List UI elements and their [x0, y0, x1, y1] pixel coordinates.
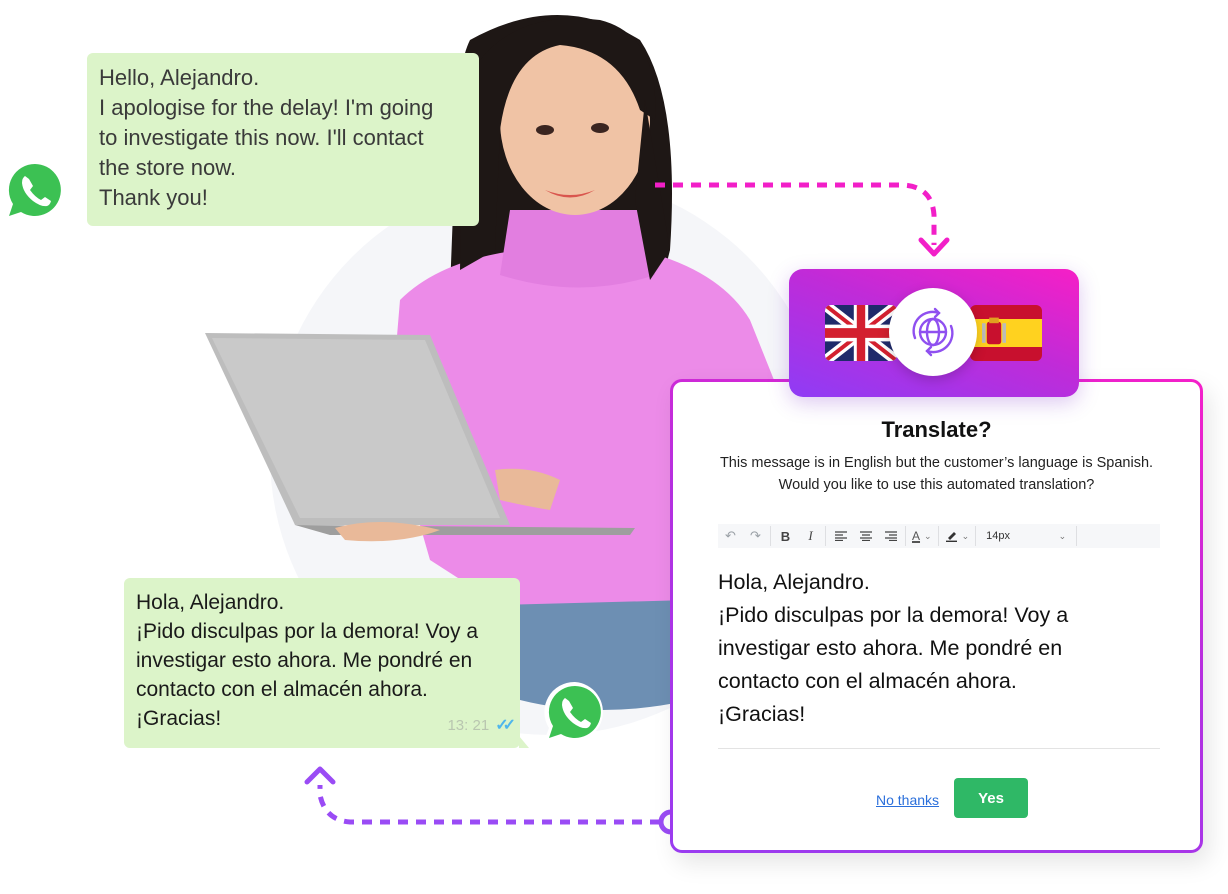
bold-button[interactable]: B	[773, 524, 798, 548]
message-line: the store now.	[99, 155, 236, 180]
align-left-icon	[834, 531, 847, 541]
chevron-down-icon: ⌄	[924, 530, 932, 541]
arrow-up-icon	[304, 766, 336, 785]
whatsapp-icon	[543, 681, 603, 744]
spain-flag-icon	[970, 305, 1042, 361]
align-right-button[interactable]	[878, 524, 903, 548]
divider	[718, 748, 1160, 749]
toolbar-divider	[1076, 526, 1078, 546]
undo-button[interactable]: ↶	[718, 524, 743, 548]
align-center-icon	[859, 531, 872, 541]
editor-line: Hola, Alejandro.	[718, 570, 870, 594]
message-line: ¡Pido disculpas por la demora! Voy a	[136, 620, 479, 643]
dialog-title: Translate?	[881, 417, 992, 442]
redo-button[interactable]: ↷	[743, 524, 768, 548]
chevron-down-icon: ⌄	[961, 530, 970, 541]
align-right-icon	[884, 531, 897, 541]
font-color-dropdown[interactable]: A ⌄	[908, 524, 936, 548]
toolbar-divider	[905, 526, 906, 546]
uk-flag-icon	[825, 305, 897, 361]
align-center-button[interactable]	[853, 524, 878, 548]
highlighter-icon	[945, 532, 957, 542]
message-line: I apologise for the delay! I'm going	[99, 95, 434, 120]
globe-translate-icon	[912, 307, 954, 357]
description-line: Would you like to use this automated tra…	[778, 477, 1095, 493]
toolbar-divider	[937, 526, 939, 546]
message-line: Hello, Alejandro.	[99, 65, 260, 90]
arrow-down-icon	[918, 237, 950, 257]
message-line: to investigate this now. I'll contact	[99, 125, 424, 150]
toolbar-divider	[975, 526, 977, 546]
editor-toolbar: ↶ ↷ B I A ⌄ ⌄ 14px ⌄	[718, 524, 1160, 548]
italic-button[interactable]: I	[798, 524, 823, 548]
message-line: investigar esto ahora. Me pondré en	[136, 649, 473, 672]
whatsapp-message-original: Hello, Alejandro. I apologise for the de…	[87, 53, 479, 226]
editor-line: ¡Pido disculpas por la demora! Voy a	[718, 603, 1069, 627]
dialog-description: This message is in English but the custo…	[673, 452, 1200, 496]
message-line: Thank you!	[99, 185, 208, 210]
whatsapp-icon	[3, 159, 63, 222]
translation-editor[interactable]: Hola, Alejandro. ¡Pido disculpas por la …	[718, 566, 1160, 731]
description-line: This message is in English but the custo…	[719, 455, 1154, 471]
message-meta: 13: 21 ✓✓	[447, 711, 516, 740]
font-color-icon: A	[912, 529, 921, 543]
double-check-icon: ✓✓	[495, 717, 516, 734]
translate-icon-circle	[889, 288, 977, 376]
yes-button[interactable]: Yes	[954, 778, 1028, 818]
translate-dialog-body: Translate? This message is in English bu…	[673, 382, 1200, 850]
language-card	[789, 269, 1079, 397]
message-line: Hola, Alejandro.	[136, 591, 285, 614]
font-size-select[interactable]: 14px ⌄	[978, 524, 1074, 548]
editor-line: contacto con el almacén ahora.	[718, 669, 1017, 693]
toolbar-divider	[825, 526, 826, 546]
no-thanks-link[interactable]: No thanks	[876, 792, 939, 808]
highlight-color-dropdown[interactable]: ⌄	[941, 524, 974, 548]
message-time: 13: 21	[447, 717, 490, 734]
translate-dialog: Translate? This message is in English bu…	[670, 379, 1203, 853]
align-left-button[interactable]	[828, 524, 853, 548]
whatsapp-message-translated: Hola, Alejandro. ¡Pido disculpas por la …	[124, 578, 529, 748]
font-size-value: 14px	[986, 530, 1010, 542]
message-line: contacto con el almacén ahora.	[136, 678, 428, 701]
chevron-down-icon: ⌄	[1058, 530, 1067, 541]
editor-line: ¡Gracias!	[718, 702, 806, 726]
connector-to-bubble	[304, 766, 684, 835]
editor-line: investigar esto ahora. Me pondré en	[718, 636, 1063, 660]
toolbar-divider	[770, 526, 771, 546]
